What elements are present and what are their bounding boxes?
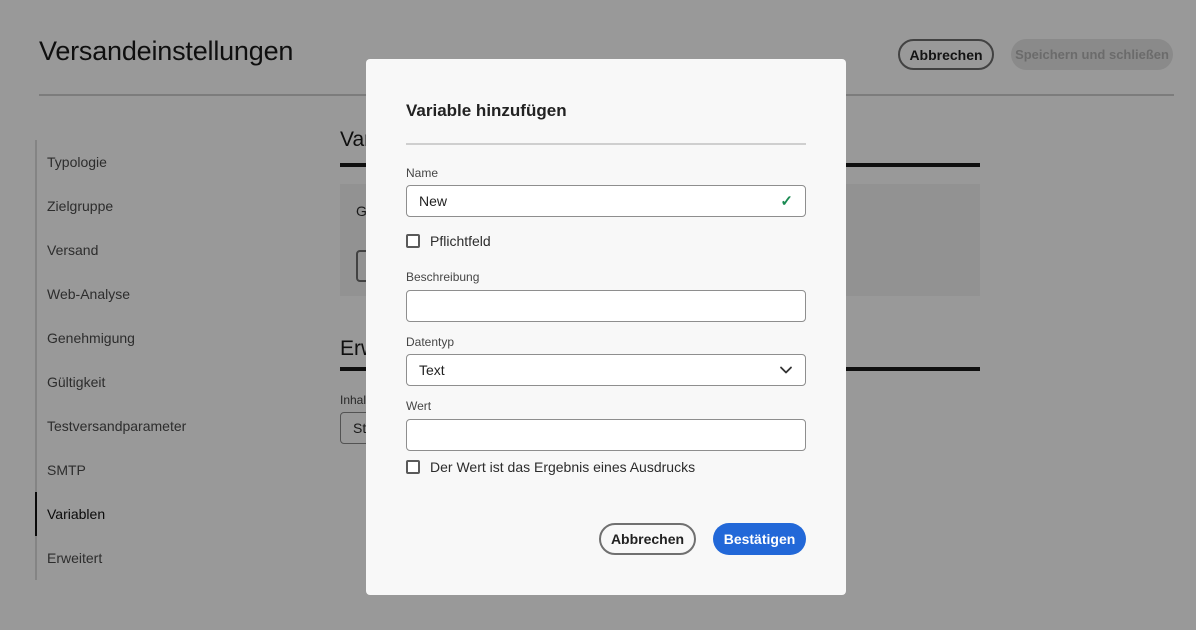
- datatype-value: Text: [419, 362, 445, 378]
- required-checkbox[interactable]: [406, 234, 420, 248]
- expression-checkbox-row[interactable]: Der Wert ist das Ergebnis eines Ausdruck…: [406, 459, 695, 475]
- expression-label: Der Wert ist das Ergebnis eines Ausdruck…: [430, 459, 696, 475]
- value-field[interactable]: [406, 419, 806, 451]
- name-label: Name: [406, 166, 439, 180]
- datatype-label: Datentyp: [406, 335, 455, 349]
- value-label: Wert: [406, 399, 432, 413]
- name-value: New: [419, 193, 448, 209]
- name-field[interactable]: New ✓: [406, 185, 806, 217]
- dialog-divider: [406, 143, 806, 145]
- chevron-down-icon: [780, 366, 792, 374]
- datatype-select[interactable]: Text: [406, 354, 806, 386]
- required-checkbox-row[interactable]: Pflichtfeld: [406, 233, 491, 249]
- description-label: Beschreibung: [406, 270, 480, 284]
- checkmark-icon: ✓: [780, 193, 793, 210]
- dialog-cancel-button[interactable]: Abbrechen: [599, 523, 696, 555]
- dialog-title: Variable hinzufügen: [406, 101, 567, 120]
- expression-checkbox[interactable]: [406, 460, 420, 474]
- add-variable-dialog: Variable hinzufügen Name New ✓ Pflichtfe…: [366, 59, 846, 595]
- description-field[interactable]: [406, 290, 806, 322]
- dialog-confirm-button[interactable]: Bestätigen: [713, 523, 806, 555]
- required-label: Pflichtfeld: [430, 233, 491, 249]
